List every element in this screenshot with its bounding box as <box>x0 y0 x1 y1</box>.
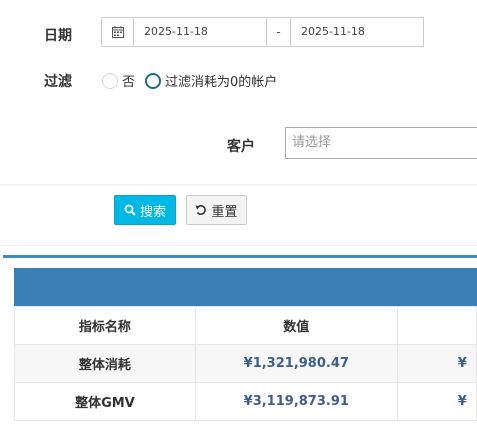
refresh-icon <box>195 205 207 215</box>
date-range-picker[interactable]: 2025-11-18 - 2025-11-18 <box>101 17 424 47</box>
search-icon <box>124 204 136 216</box>
panel-header <box>14 268 477 306</box>
metric-extra: ¥ <box>396 344 477 383</box>
divider <box>0 184 477 185</box>
reset-button[interactable]: 重置 <box>186 195 247 225</box>
radio-filter-zero-label: 过滤消耗为0的帐户 <box>165 75 278 90</box>
metric-name: 整体消耗 <box>14 344 196 383</box>
metric-value: ¥3,119,873.91 <box>194 382 398 421</box>
date-label: 日期 <box>44 28 72 44</box>
customer-select[interactable]: 请选择 <box>285 127 477 159</box>
reset-button-label: 重置 <box>211 204 238 220</box>
search-button[interactable]: 搜索 <box>114 195 176 225</box>
table-row: 整体消耗 ¥1,321,980.47 ¥ <box>14 344 477 383</box>
metric-value: ¥1,321,980.47 <box>194 344 398 383</box>
radio-no-label: 否 <box>122 75 136 90</box>
panel-top-border <box>3 255 477 258</box>
search-button-label: 搜索 <box>139 204 166 220</box>
radio-no[interactable] <box>102 73 118 89</box>
column-header-extra <box>396 306 477 345</box>
calendar-icon[interactable] <box>102 18 134 46</box>
divider <box>0 245 477 246</box>
date-separator: - <box>267 18 291 46</box>
table-header-row: 指标名称 数值 <box>14 306 477 345</box>
column-header-value: 数值 <box>194 306 398 345</box>
date-start-input[interactable]: 2025-11-18 <box>134 18 267 46</box>
radio-filter-zero[interactable] <box>145 73 161 89</box>
date-end-input[interactable]: 2025-11-18 <box>291 18 423 46</box>
metric-name: 整体GMV <box>14 382 196 421</box>
customer-label: 客户 <box>227 139 255 155</box>
column-header-name: 指标名称 <box>14 306 196 345</box>
metrics-table: 指标名称 数值 整体消耗 ¥1,321,980.47 ¥ 整体GMV ¥3,11… <box>14 306 477 421</box>
filter-label: 过滤 <box>44 74 72 90</box>
table-row: 整体GMV ¥3,119,873.91 ¥ <box>14 382 477 421</box>
metric-extra: ¥ <box>396 382 477 421</box>
